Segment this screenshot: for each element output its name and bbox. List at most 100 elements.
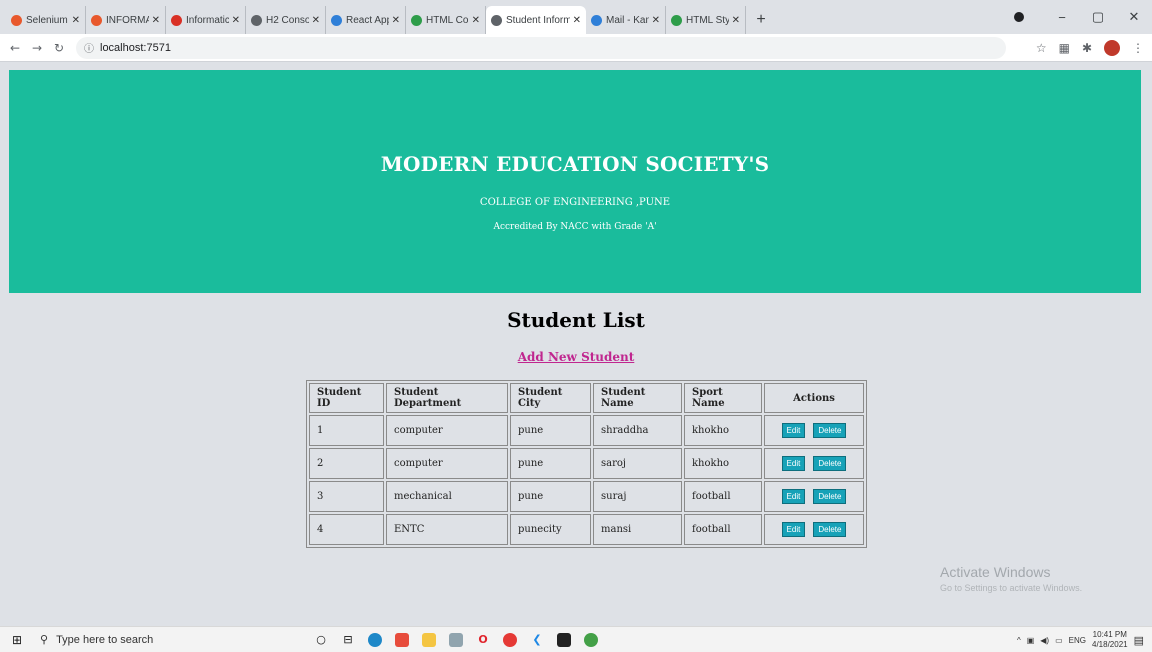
cell-student-id: 4 — [309, 514, 384, 545]
browser-tab[interactable]: Mail - Kambl✕ — [586, 6, 666, 34]
app-green-icon[interactable] — [584, 632, 598, 647]
tab-close-icon[interactable]: ✕ — [652, 15, 660, 26]
tab-favicon-icon — [671, 14, 682, 26]
cell-name: saroj — [593, 448, 682, 479]
file-explorer-icon[interactable] — [422, 632, 436, 647]
store-icon[interactable] — [395, 632, 409, 647]
student-table: Student ID Student Department Student Ci… — [306, 380, 867, 548]
windows-taskbar: ⊞ ⚲ Type here to search ○ ⊟ O ❮ ^ ▣ ◀) ▭… — [0, 626, 1152, 652]
maximize-button[interactable]: ▢ — [1080, 9, 1116, 25]
cell-actions: Edit Delete — [764, 481, 864, 512]
tray-battery-icon[interactable]: ▭ — [1055, 636, 1063, 645]
extension-puzzle-icon[interactable]: ▦ — [1059, 41, 1070, 55]
tab-close-icon[interactable]: ✕ — [472, 15, 480, 26]
table-row: 2 computer pune saroj khokho Edit Delete — [309, 448, 864, 479]
delete-button[interactable]: Delete — [813, 489, 847, 504]
tab-close-icon[interactable]: ✕ — [232, 15, 240, 26]
extension-icon[interactable] — [1008, 10, 1044, 25]
taskbar-search-box[interactable]: ⚲ Type here to search — [34, 627, 304, 652]
browser-tab[interactable]: React App ✕ — [326, 6, 406, 34]
page-title: Student List — [507, 308, 645, 332]
profile-avatar[interactable] — [1104, 40, 1120, 56]
terminal-icon[interactable] — [557, 632, 571, 647]
cell-department: computer — [386, 415, 508, 446]
tray-volume-icon[interactable]: ◀) — [1040, 636, 1049, 645]
edit-button[interactable]: Edit — [781, 456, 806, 471]
browser-tab[interactable]: Student Inform ✕ — [486, 6, 586, 34]
delete-button[interactable]: Delete — [813, 522, 847, 537]
tab-close-icon[interactable]: ✕ — [312, 15, 320, 26]
site-info-icon[interactable]: ⓘ — [84, 40, 94, 55]
tab-close-icon[interactable]: ✕ — [573, 15, 581, 26]
cell-department: mechanical — [386, 481, 508, 512]
bookmark-star-icon[interactable]: ☆ — [1036, 41, 1047, 55]
browser-menu-icon[interactable]: ⋮ — [1132, 41, 1144, 55]
tray-date: 4/18/2021 — [1092, 640, 1128, 649]
cell-name: shraddha — [593, 415, 682, 446]
edit-button[interactable]: Edit — [781, 423, 806, 438]
header-student-city: Student City — [510, 383, 591, 413]
cell-city: punecity — [510, 514, 591, 545]
tab-close-icon[interactable]: ✕ — [392, 15, 400, 26]
tray-language[interactable]: ENG — [1069, 636, 1086, 645]
cell-city: pune — [510, 448, 591, 479]
tab-favicon-icon — [11, 14, 22, 26]
minimize-button[interactable]: − — [1044, 10, 1080, 25]
tab-title: HTML Color C — [426, 14, 469, 26]
tab-favicon-icon — [411, 14, 422, 26]
extensions-icon[interactable]: ✱ — [1082, 41, 1092, 55]
header-student-department: Student Department — [386, 383, 508, 413]
header-student-id: Student ID — [309, 383, 384, 413]
table-header-row: Student ID Student Department Student Ci… — [309, 383, 864, 413]
delete-button[interactable]: Delete — [813, 456, 847, 471]
forward-icon[interactable]: → — [26, 41, 48, 55]
cell-city: pune — [510, 481, 591, 512]
tray-clock[interactable]: 10:41 PM 4/18/2021 — [1092, 630, 1128, 650]
tray-chevron-up-icon[interactable]: ^ — [1017, 636, 1021, 645]
back-icon[interactable]: ← — [4, 41, 26, 55]
add-new-student-link[interactable]: Add New Student — [0, 350, 1152, 364]
table-row: 4 ENTC punecity mansi football Edit Delete — [309, 514, 864, 545]
web-page: MODERN EDUCATION SOCIETY'S COLLEGE OF EN… — [0, 62, 1152, 626]
close-window-button[interactable]: ✕ — [1116, 9, 1152, 25]
browser-tab[interactable]: Selenium Tuto✕ — [6, 6, 86, 34]
tray-network-icon[interactable]: ▣ — [1027, 636, 1035, 645]
chrome-icon[interactable] — [503, 632, 517, 647]
new-tab-button[interactable]: + — [750, 9, 772, 31]
watermark-title: Activate Windows — [940, 564, 1051, 580]
browser-tab[interactable]: HTML Color C✕ — [406, 6, 486, 34]
cell-city: pune — [510, 415, 591, 446]
tab-close-icon[interactable]: ✕ — [72, 15, 80, 26]
cell-student-id: 2 — [309, 448, 384, 479]
cell-sport: khokho — [684, 415, 762, 446]
cell-sport: football — [684, 481, 762, 512]
cell-department: ENTC — [386, 514, 508, 545]
task-view-icon[interactable]: ⊟ — [341, 633, 355, 647]
browser-tab[interactable]: INFORMATICA✕ — [86, 6, 166, 34]
vscode-icon[interactable]: ❮ — [530, 633, 544, 647]
tab-close-icon[interactable]: ✕ — [152, 15, 160, 26]
reload-icon[interactable]: ↻ — [48, 41, 70, 55]
notification-icon[interactable]: ▤ — [1134, 634, 1144, 647]
browser-tab[interactable]: Informatica Tu✕ — [166, 6, 246, 34]
watermark-subtitle: Go to Settings to activate Windows. — [940, 583, 1083, 593]
edge-icon[interactable] — [368, 632, 382, 647]
delete-button[interactable]: Delete — [813, 423, 847, 438]
opera-icon[interactable]: O — [476, 633, 490, 647]
browser-toolbar: ← → ↻ ⓘ localhost:7571 ☆ ▦ ✱ ⋮ — [0, 34, 1152, 62]
search-icon: ⚲ — [40, 633, 49, 646]
windows-start-icon[interactable]: ⊞ — [0, 633, 34, 647]
tab-title: HTML Styles — [686, 14, 729, 26]
tab-close-icon[interactable]: ✕ — [732, 15, 740, 26]
notepad-icon[interactable] — [449, 632, 463, 647]
browser-tab[interactable]: H2 Console✕ — [246, 6, 326, 34]
edit-button[interactable]: Edit — [781, 489, 806, 504]
edit-button[interactable]: Edit — [781, 522, 806, 537]
browser-tab[interactable]: HTML Styles✕ — [666, 6, 746, 34]
cortana-icon[interactable]: ○ — [314, 633, 328, 647]
address-bar[interactable]: ⓘ localhost:7571 — [76, 36, 1006, 59]
table-row: 1 computer pune shraddha khokho Edit Delete — [309, 415, 864, 446]
cell-actions: Edit Delete — [764, 514, 864, 545]
tab-favicon-icon — [251, 14, 262, 26]
tab-favicon-icon — [591, 14, 602, 26]
